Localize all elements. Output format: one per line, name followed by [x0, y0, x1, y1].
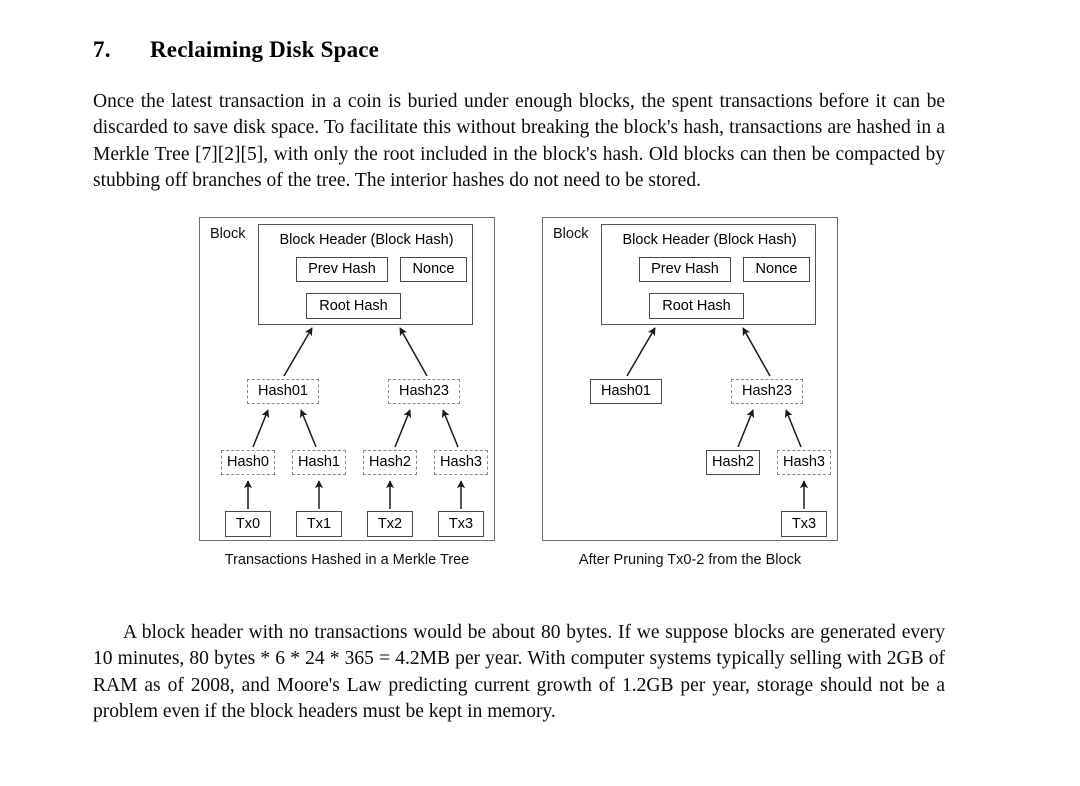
- figure-caption-right: After Pruning Tx0-2 from the Block: [578, 552, 802, 568]
- prev-hash-box: Prev Hash: [639, 257, 731, 282]
- transaction-node-tx3: Tx3: [438, 511, 484, 537]
- figure-caption-left: Transactions Hashed in a Merkle Tree: [224, 552, 470, 568]
- intro-paragraph: Once the latest transaction in a coin is…: [93, 90, 945, 192]
- document-page: 7. Reclaiming Disk Space Once the latest …: [0, 0, 1080, 786]
- transaction-node-tx3: Tx3: [781, 511, 827, 537]
- block-label: Block: [210, 226, 246, 242]
- hash-node-hash2: Hash2: [706, 450, 760, 475]
- merkle-tree-diagram-pruned: Block Block Header (Block Hash) Prev Has…: [542, 217, 838, 541]
- transaction-node-tx2: Tx2: [367, 511, 413, 537]
- hash-node-hash3: Hash3: [777, 450, 831, 475]
- block-header-box: Block Header (Block Hash) Prev Hash Nonc…: [601, 224, 816, 325]
- block-header-box: Block Header (Block Hash) Prev Hash Nonc…: [258, 224, 473, 325]
- nonce-box: Nonce: [400, 257, 467, 282]
- hash-node-hash2: Hash2: [363, 450, 417, 475]
- hash-node-hash3: Hash3: [434, 450, 488, 475]
- nonce-box: Nonce: [743, 257, 810, 282]
- figure-group: Block Block Header (Block Hash) Prev Has…: [0, 212, 1080, 577]
- hash-node-hash23: Hash23: [731, 379, 803, 404]
- outro-paragraph: A block header with no transactions woul…: [93, 621, 945, 723]
- hash-node-hash0: Hash0: [221, 450, 275, 475]
- transaction-node-tx1: Tx1: [296, 511, 342, 537]
- block-header-title: Block Header (Block Hash): [279, 232, 454, 248]
- section-number: 7.: [93, 37, 111, 63]
- block-header-title: Block Header (Block Hash): [622, 232, 797, 248]
- root-hash-box: Root Hash: [306, 293, 401, 319]
- transaction-node-tx0: Tx0: [225, 511, 271, 537]
- root-hash-box: Root Hash: [649, 293, 744, 319]
- merkle-tree-diagram-full: Block Block Header (Block Hash) Prev Has…: [199, 217, 495, 541]
- hash-node-hash1: Hash1: [292, 450, 346, 475]
- hash-node-hash23: Hash23: [388, 379, 460, 404]
- section-title-text: Reclaiming Disk Space: [150, 37, 380, 63]
- prev-hash-box: Prev Hash: [296, 257, 388, 282]
- block-label: Block: [553, 226, 589, 242]
- hash-node-hash01: Hash01: [590, 379, 662, 404]
- page-title: 7. Reclaiming Disk Space: [93, 35, 953, 65]
- hash-node-hash01: Hash01: [247, 379, 319, 404]
